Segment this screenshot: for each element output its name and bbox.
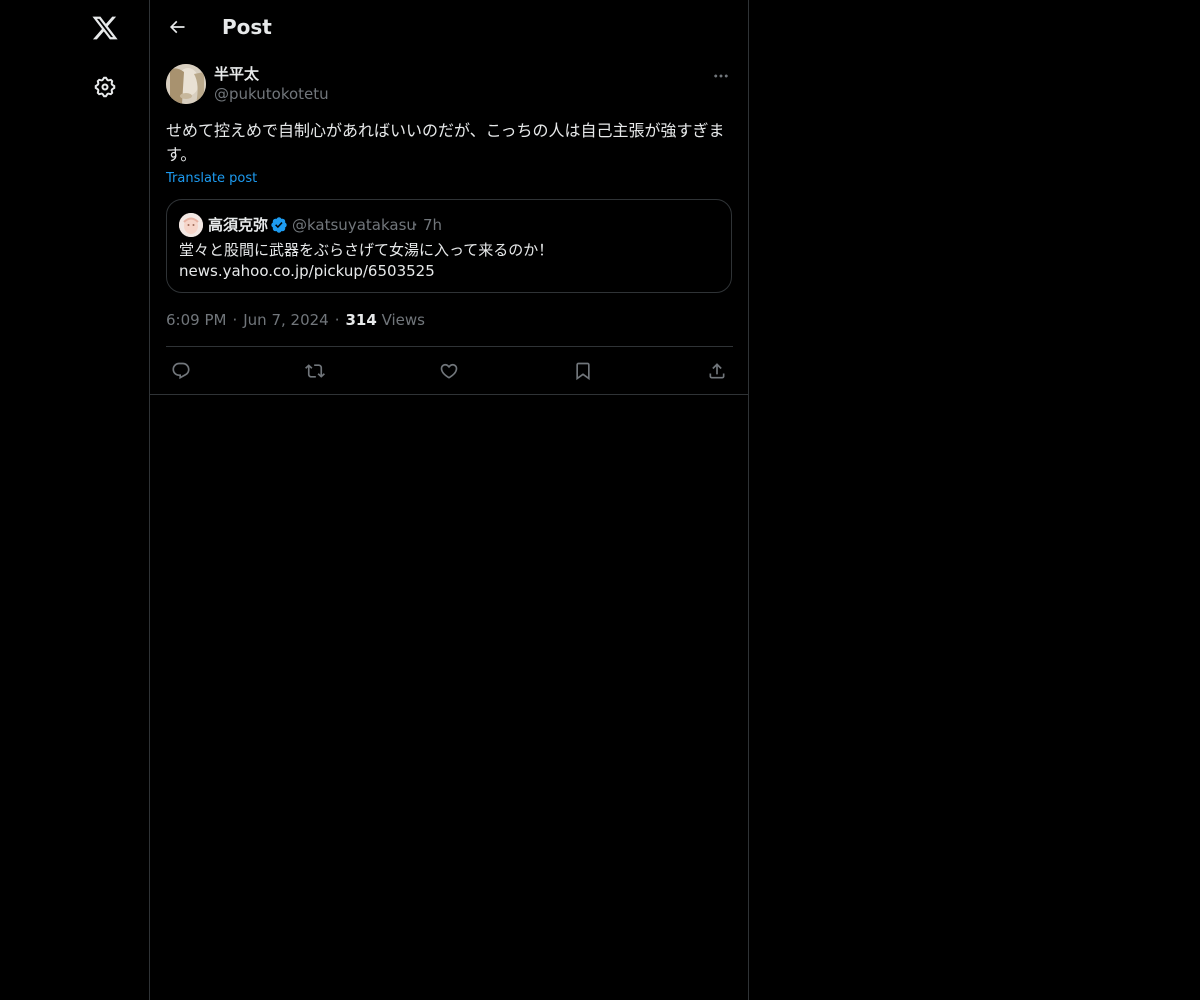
- author-display-name[interactable]: 半平太: [214, 64, 329, 84]
- quoted-text: 堂々と股間に武器をぶらさげて女湯に入って来るのか！: [179, 241, 554, 259]
- separator-dot: ·: [232, 311, 238, 329]
- tweet-date[interactable]: Jun 7, 2024: [243, 311, 328, 329]
- quoted-display-name: 高須克弥: [208, 216, 269, 234]
- verified-badge-icon: [270, 216, 288, 234]
- quoted-handle: @katsuyatakasu: [292, 216, 416, 234]
- quoted-time: 7h: [423, 216, 443, 234]
- reply-icon[interactable]: [169, 359, 193, 383]
- share-icon[interactable]: [705, 359, 729, 383]
- divider: [150, 394, 749, 395]
- more-icon[interactable]: [709, 66, 733, 86]
- quoted-link[interactable]: news.yahoo.co.jp/pickup/6503525: [179, 261, 435, 281]
- avatar[interactable]: [166, 64, 206, 104]
- author-handle[interactable]: @pukutokotetu: [214, 84, 329, 104]
- tweet-meta: 6:09 PM · Jun 7, 2024 · 314 Views: [166, 310, 425, 330]
- arrow-left-icon[interactable]: [160, 10, 194, 44]
- like-icon[interactable]: [437, 359, 461, 383]
- quoted-avatar: [179, 213, 203, 237]
- tweet-text: せめて控えめで自制心があればいいのだが、こっちの人は自己主張が強すぎます。: [166, 121, 725, 164]
- views-label: Views: [381, 311, 425, 329]
- repost-icon[interactable]: [303, 359, 327, 383]
- translate-post-link[interactable]: Translate post: [166, 171, 257, 187]
- views-count: 314: [345, 311, 377, 329]
- quoted-post[interactable]: 高須克弥 @katsuyatakasu · 7h 堂々と股間に武器をぶらさげて女…: [166, 199, 732, 293]
- separator-dot: ·: [334, 311, 340, 329]
- action-bar: [166, 347, 733, 395]
- x-logo-icon[interactable]: [83, 6, 127, 50]
- page-title: Post: [222, 15, 272, 39]
- separator-dot: ·: [413, 216, 418, 234]
- page-header: Post: [150, 0, 749, 53]
- tweet-author: 半平太 @pukutokotetu: [214, 64, 329, 104]
- bookmark-icon[interactable]: [571, 359, 595, 383]
- gear-icon[interactable]: [83, 65, 127, 109]
- left-nav: [0, 0, 150, 1000]
- primary-column: Post 半平太 @pukutokotetu せめて控えめで自制心があればいいの…: [149, 0, 749, 1000]
- tweet-time[interactable]: 6:09 PM: [166, 311, 226, 329]
